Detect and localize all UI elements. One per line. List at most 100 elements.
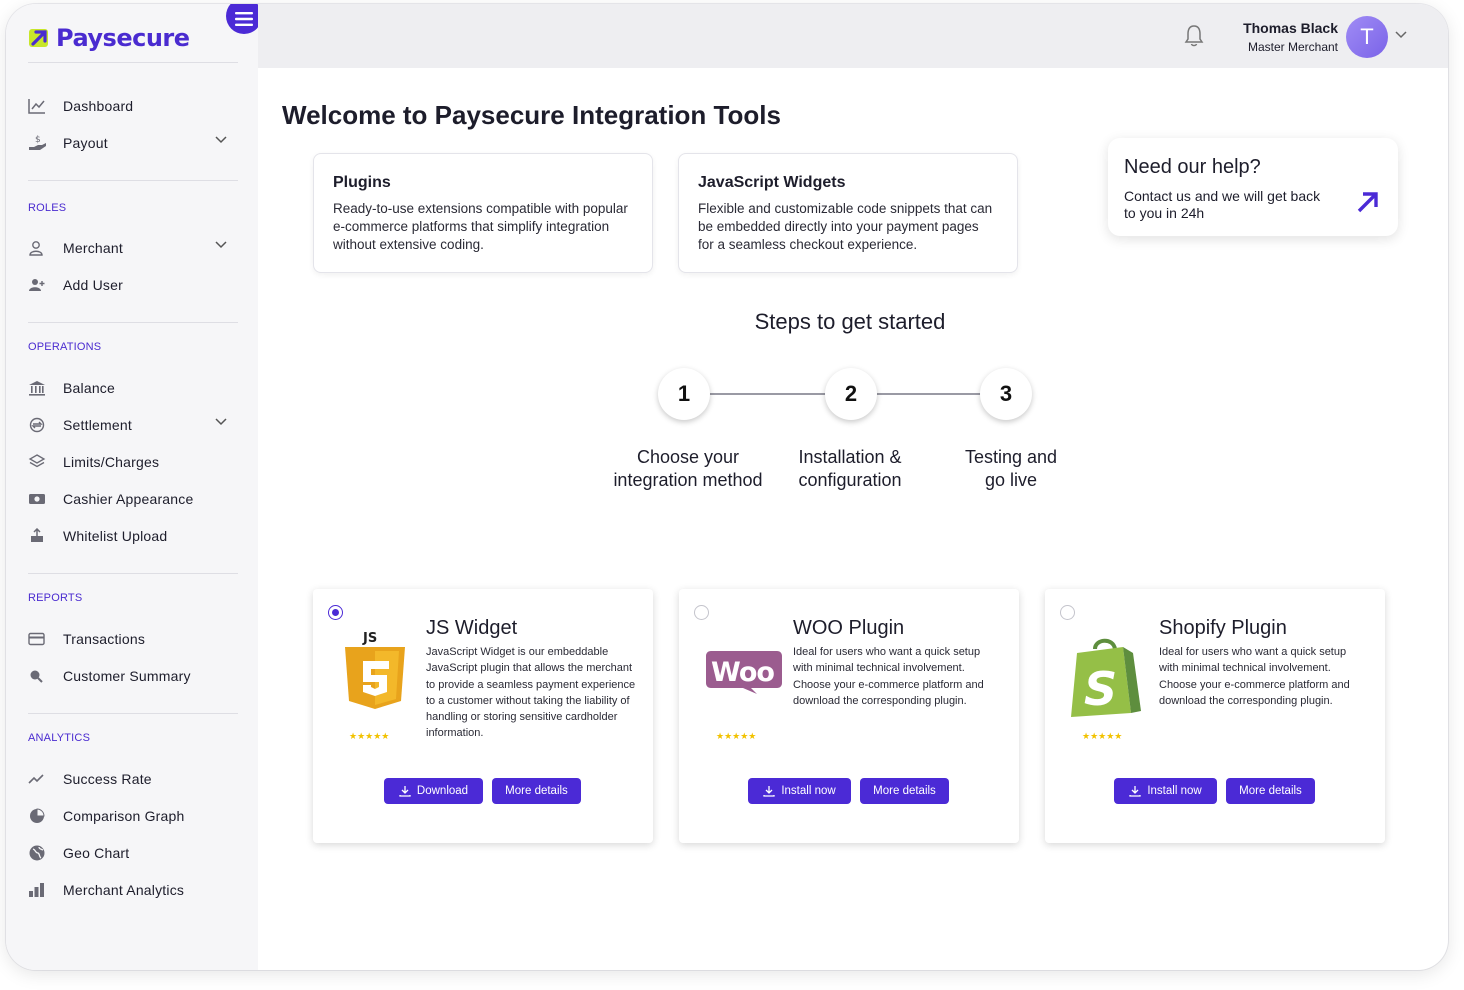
step-2-circle: 2 bbox=[825, 368, 877, 420]
nav-transactions[interactable]: Transactions bbox=[28, 625, 228, 653]
download-icon bbox=[1129, 786, 1141, 797]
nav-label: Limits/Charges bbox=[63, 454, 160, 470]
rating-stars: ★★★★★ bbox=[349, 731, 390, 741]
install-now-button[interactable]: Install now bbox=[1114, 778, 1217, 804]
nav-cashier-appearance[interactable]: Cashier Appearance bbox=[28, 485, 228, 513]
step-1-circle: 1 bbox=[658, 368, 710, 420]
shopify-logo-icon: S bbox=[1069, 635, 1143, 745]
help-title: Need our help? bbox=[1124, 156, 1261, 178]
rating-stars: ★★★★★ bbox=[716, 731, 757, 741]
info-card-title: JavaScript Widgets bbox=[698, 174, 846, 191]
integration-title: JS Widget bbox=[426, 617, 518, 639]
menu-toggle-button[interactable] bbox=[226, 4, 262, 34]
nav-add-user[interactable]: Add User bbox=[28, 271, 228, 299]
nav-label: Balance bbox=[63, 380, 115, 396]
select-radio[interactable] bbox=[328, 605, 343, 620]
info-card-text: Flexible and customizable code snippets … bbox=[698, 201, 993, 252]
bar-chart-icon bbox=[28, 880, 54, 900]
chart-line-icon bbox=[28, 96, 54, 116]
info-card-title: Plugins bbox=[333, 174, 391, 191]
integration-card-shopify-plugin[interactable]: S ★★★★★ Shopify Plugin Ideal for users w… bbox=[1045, 589, 1385, 843]
chevron-down-icon[interactable] bbox=[214, 240, 228, 249]
layers-icon bbox=[28, 452, 54, 472]
user-name[interactable]: Thomas Black bbox=[1243, 20, 1338, 36]
card-icon bbox=[28, 629, 54, 649]
select-radio[interactable] bbox=[694, 605, 709, 620]
nav-dashboard[interactable]: Dashboard bbox=[28, 92, 228, 120]
step-3-circle: 3 bbox=[980, 368, 1032, 420]
nav-label: Transactions bbox=[63, 631, 146, 647]
step-1-label: Choose your integration method bbox=[613, 447, 763, 490]
chevron-down-icon[interactable] bbox=[214, 135, 228, 144]
more-details-button[interactable]: More details bbox=[860, 778, 949, 804]
paysecure-logo-icon bbox=[28, 26, 52, 50]
button-label: Install now bbox=[1147, 785, 1202, 797]
upload-icon bbox=[28, 526, 54, 546]
user-menu-chevron-down-icon[interactable] bbox=[1394, 30, 1408, 39]
integration-card-js-widget[interactable]: JS ★★★★★ JS Widget JavaScript Widget is … bbox=[313, 589, 653, 843]
trend-icon bbox=[28, 769, 54, 789]
divider bbox=[28, 713, 238, 714]
nav-label: Success Rate bbox=[63, 771, 152, 787]
nav-whitelist-upload[interactable]: Whitelist Upload bbox=[28, 522, 228, 550]
integration-card-woo-plugin[interactable]: Woo ★★★★★ WOO Plugin Ideal for users who… bbox=[679, 589, 1019, 843]
divider bbox=[28, 180, 238, 181]
pie-icon bbox=[28, 806, 54, 826]
help-card[interactable]: Need our help? Contact us and we will ge… bbox=[1108, 138, 1398, 236]
exchange-icon bbox=[28, 415, 54, 435]
search-user-icon bbox=[28, 666, 54, 686]
woocommerce-logo-icon: Woo bbox=[705, 649, 783, 759]
chevron-down-icon[interactable] bbox=[214, 417, 228, 426]
info-card-javascript-widgets: JavaScript Widgets Flexible and customiz… bbox=[678, 153, 1018, 273]
select-radio[interactable] bbox=[1060, 605, 1075, 620]
step-connector bbox=[708, 393, 828, 395]
step-3-label: Testing and go live bbox=[964, 447, 1058, 490]
divider bbox=[28, 62, 238, 63]
divider bbox=[28, 573, 238, 574]
nav-balance[interactable]: Balance bbox=[28, 374, 228, 402]
button-label: More details bbox=[505, 785, 568, 797]
notification-bell-icon[interactable] bbox=[1183, 24, 1205, 53]
page-title: Welcome to Paysecure Integration Tools bbox=[282, 100, 781, 130]
arrow-up-right-icon[interactable] bbox=[1356, 190, 1380, 214]
hamburger-icon bbox=[235, 12, 253, 26]
more-details-button[interactable]: More details bbox=[1226, 778, 1315, 804]
step-2-label: Installation & configuration bbox=[798, 447, 902, 490]
button-label: More details bbox=[873, 785, 936, 797]
nav-success-rate[interactable]: Success Rate bbox=[28, 765, 228, 793]
integration-title: WOO Plugin bbox=[793, 617, 905, 639]
user-plus-icon bbox=[28, 275, 54, 295]
nav-label: Settlement bbox=[63, 417, 132, 433]
top-header: Thomas Black Master Merchant T bbox=[258, 4, 1448, 68]
nav-geo-chart[interactable]: Geo Chart bbox=[28, 839, 228, 867]
brand-logo[interactable]: Paysecure bbox=[28, 24, 190, 52]
integration-description: Ideal for users who want a quick setup w… bbox=[793, 646, 984, 707]
download-icon bbox=[763, 786, 775, 797]
svg-text:JS: JS bbox=[362, 631, 377, 646]
steps-title: Steps to get started bbox=[754, 309, 946, 334]
user-role: Master Merchant bbox=[1247, 40, 1338, 54]
integration-title: Shopify Plugin bbox=[1159, 617, 1287, 639]
button-label: Install now bbox=[781, 785, 836, 797]
section-title-roles: ROLES bbox=[28, 202, 67, 214]
svg-text:S: S bbox=[1084, 662, 1117, 716]
nav-label: Comparison Graph bbox=[63, 808, 185, 824]
brand-name: Paysecure bbox=[56, 24, 190, 52]
nav-customer-summary[interactable]: Customer Summary bbox=[28, 662, 228, 690]
nav-merchant[interactable]: Merchant bbox=[28, 234, 228, 262]
avatar[interactable]: T bbox=[1346, 16, 1388, 58]
nav-label: Dashboard bbox=[63, 98, 134, 114]
button-label: Download bbox=[416, 785, 469, 797]
nav-label: Merchant Analytics bbox=[63, 882, 185, 898]
download-button[interactable]: Download bbox=[384, 778, 483, 804]
nav-merchant-analytics[interactable]: Merchant Analytics bbox=[28, 876, 228, 904]
nav-comparison-graph[interactable]: Comparison Graph bbox=[28, 802, 228, 830]
sidebar: Paysecure Dashboard $ Payout ROLES Merch… bbox=[6, 4, 262, 970]
rating-stars: ★★★★★ bbox=[1082, 731, 1123, 741]
install-now-button[interactable]: Install now bbox=[748, 778, 851, 804]
nav-settlement[interactable]: Settlement bbox=[28, 411, 228, 439]
nav-payout[interactable]: $ Payout bbox=[28, 129, 228, 157]
nav-limits-charges[interactable]: Limits/Charges bbox=[28, 448, 228, 476]
nav-label: Payout bbox=[63, 135, 108, 151]
more-details-button[interactable]: More details bbox=[492, 778, 581, 804]
